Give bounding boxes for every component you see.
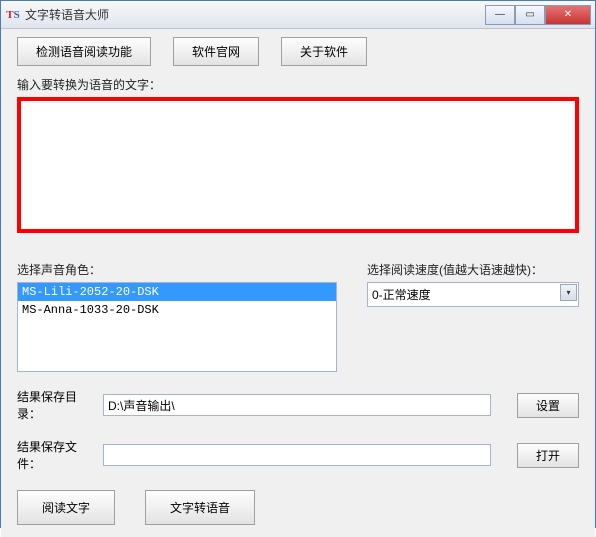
minimize-button[interactable]: — <box>485 5 515 25</box>
list-item[interactable]: MS-Lili-2052-20-DSK <box>18 283 336 301</box>
close-button[interactable]: ✕ <box>545 5 591 25</box>
open-button[interactable]: 打开 <box>517 443 579 468</box>
maximize-button[interactable]: ▭ <box>515 5 545 25</box>
text-input-area[interactable] <box>21 101 575 229</box>
input-label: 输入要转换为语音的文字： <box>17 76 579 93</box>
toolbar: 检测语音阅读功能 软件官网 关于软件 <box>17 37 579 66</box>
app-window: TS 文字转语音大师 — ▭ ✕ 检测语音阅读功能 软件官网 关于软件 输入要转… <box>0 0 596 528</box>
speed-select[interactable]: 0-正常速度 <box>367 282 579 307</box>
bottom-bar: 阅读文字 文字转语音 <box>17 490 579 525</box>
client-area: 检测语音阅读功能 软件官网 关于软件 输入要转换为语音的文字： 选择声音角色： … <box>1 29 595 537</box>
speed-label: 选择阅读速度(值越大语速越快)： <box>367 261 579 278</box>
convert-button[interactable]: 文字转语音 <box>145 490 255 525</box>
app-icon: TS <box>5 7 21 23</box>
save-file-label: 结果保存文件： <box>17 438 97 472</box>
website-button[interactable]: 软件官网 <box>173 37 259 66</box>
list-item[interactable]: MS-Anna-1033-20-DSK <box>18 301 336 319</box>
titlebar[interactable]: TS 文字转语音大师 — ▭ ✕ <box>1 1 595 29</box>
save-dir-input[interactable] <box>103 394 491 416</box>
detect-button[interactable]: 检测语音阅读功能 <box>17 37 151 66</box>
about-button[interactable]: 关于软件 <box>281 37 367 66</box>
save-file-input[interactable] <box>103 444 491 466</box>
voice-listbox[interactable]: MS-Lili-2052-20-DSK MS-Anna-1033-20-DSK <box>17 282 337 372</box>
save-dir-label: 结果保存目录： <box>17 388 97 422</box>
voice-label: 选择声音角色： <box>17 261 337 278</box>
read-button[interactable]: 阅读文字 <box>17 490 115 525</box>
window-controls: — ▭ ✕ <box>485 5 591 25</box>
window-title: 文字转语音大师 <box>25 6 485 23</box>
settings-button[interactable]: 设置 <box>517 393 579 418</box>
input-highlight <box>17 97 579 233</box>
